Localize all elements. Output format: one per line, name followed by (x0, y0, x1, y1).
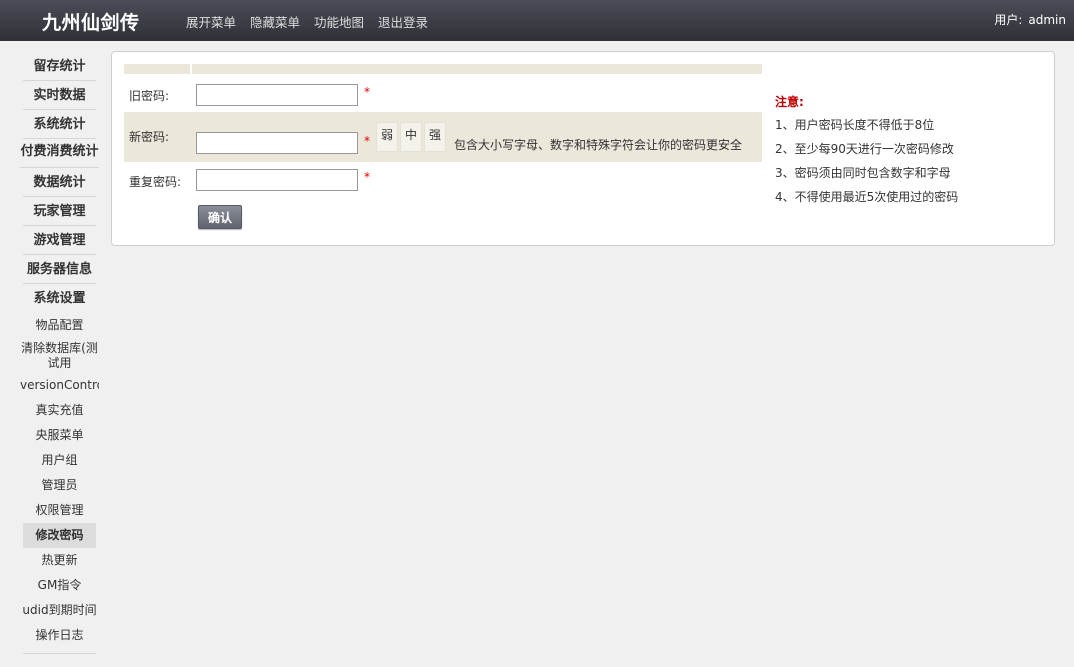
sidebar-item-clear-db[interactable]: 清除数据库(测试用 (20, 338, 99, 373)
password-rules-notes: 注意: 1、用户密码长度不得低于8位 2、至少每90天进行一次密码修改 3、密码… (775, 93, 958, 213)
new-password-input[interactable] (196, 132, 358, 154)
old-password-label-cell: 旧密码: (124, 74, 190, 112)
old-password-label: 旧密码: (129, 89, 170, 103)
sidebar-section-system-settings[interactable]: 系统设置 (23, 284, 96, 313)
sidebar-item-change-password[interactable]: 修改密码 (23, 523, 96, 548)
old-password-value-cell: * (192, 74, 762, 112)
sidebar-item-udid-expiry[interactable]: udid到期时间 (20, 598, 99, 623)
sidebar-section-player-mgmt[interactable]: 玩家管理 (23, 197, 96, 226)
new-password-value-cell: * 弱 中 强 包含大小写字母、数字和特殊字符会让你的密码更安全 (192, 112, 762, 162)
sidebar-item-hot-update[interactable]: 热更新 (23, 548, 96, 573)
hide-menu-link[interactable]: 隐藏菜单 (250, 12, 300, 31)
sidebar-section-server-info[interactable]: 服务器信息 (23, 255, 96, 284)
notes-item: 3、密码须由同时包含数字和字母 (775, 166, 951, 180)
sidebar: 留存统计 实时数据 系统统计 付费消费统计 数据统计 玩家管理 游戏管理 服务器… (20, 52, 99, 654)
strength-medium: 中 (400, 122, 422, 152)
strength-tip: 包含大小写字母、数字和特殊字符会让你的密码更安全 (454, 138, 743, 152)
strength-strong: 强 (424, 122, 446, 152)
notes-item: 4、不得使用最近5次使用过的密码 (775, 190, 959, 204)
sidebar-item-user-group[interactable]: 用户组 (23, 448, 96, 473)
sidebar-item-item-config[interactable]: 物品配置 (23, 313, 96, 338)
user-name: admin (1028, 13, 1066, 27)
repeat-password-row: 重复密码: * (124, 162, 762, 199)
notes-title: 注意: (775, 95, 804, 109)
new-password-label-cell: 新密码: (124, 112, 190, 162)
form-header-label-cell (124, 64, 190, 74)
sidebar-section-data-stats[interactable]: 数据统计 (23, 168, 96, 197)
sidebar-item-central-menu[interactable]: 央服菜单 (23, 423, 96, 448)
change-password-panel: 旧密码: * 新密码: * 弱 中 强 包含大小写字母、数字和特殊字符会让你的密… (111, 51, 1055, 246)
user-info: 用户: admin (994, 11, 1066, 28)
sidebar-section-game-mgmt[interactable]: 游戏管理 (23, 226, 96, 255)
sidebar-item-admin[interactable]: 管理员 (23, 473, 96, 498)
password-strength-meter: 弱 中 强 (376, 122, 448, 152)
repeat-password-value-cell: * (192, 162, 762, 199)
required-mark: * (364, 170, 370, 184)
function-map-link[interactable]: 功能地图 (314, 12, 364, 31)
new-password-label: 新密码: (129, 130, 170, 144)
sidebar-section-realtime[interactable]: 实时数据 (23, 81, 96, 110)
old-password-row: 旧密码: * (124, 74, 762, 112)
form-header-row (124, 64, 762, 74)
sidebar-item-real-recharge[interactable]: 真实充值 (23, 398, 96, 423)
sidebar-item-operation-log[interactable]: 操作日志 (23, 623, 96, 648)
sidebar-section-payment-stats[interactable]: 付费消费统计 (20, 139, 99, 168)
repeat-password-input[interactable] (196, 169, 358, 191)
sidebar-section-system-stats[interactable]: 系统统计 (23, 110, 96, 139)
confirm-button[interactable]: 确认 (198, 205, 242, 229)
sidebar-item-permissions[interactable]: 权限管理 (23, 498, 96, 523)
sidebar-section-retention[interactable]: 留存统计 (23, 52, 96, 81)
notes-item: 1、用户密码长度不得低于8位 (775, 118, 935, 132)
notes-item: 2、至少每90天进行一次密码修改 (775, 142, 954, 156)
required-mark: * (364, 85, 370, 99)
old-password-input[interactable] (196, 84, 358, 106)
form-header-value-cell (192, 64, 762, 74)
sidebar-item-gm-command[interactable]: GM指令 (23, 573, 96, 598)
top-bar: 九州仙剑传 展开菜单 隐藏菜单 功能地图 退出登录 用户: admin (0, 0, 1074, 41)
required-mark: * (364, 134, 370, 148)
password-form: 旧密码: * 新密码: * 弱 中 强 包含大小写字母、数字和特殊字符会让你的密… (124, 64, 762, 199)
top-nav: 展开菜单 隐藏菜单 功能地图 退出登录 (186, 12, 442, 31)
new-password-row: 新密码: * 弱 中 强 包含大小写字母、数字和特殊字符会让你的密码更安全 (124, 112, 762, 162)
repeat-password-label: 重复密码: (129, 175, 182, 189)
repeat-password-label-cell: 重复密码: (124, 162, 190, 199)
sidebar-item-version-control[interactable]: versionContro (20, 373, 99, 398)
logout-link[interactable]: 退出登录 (378, 12, 428, 31)
sidebar-divider (23, 648, 96, 654)
user-label: 用户: (994, 13, 1023, 27)
app-logo: 九州仙剑传 (42, 12, 140, 34)
strength-weak: 弱 (376, 122, 398, 152)
expand-menu-link[interactable]: 展开菜单 (186, 12, 236, 31)
